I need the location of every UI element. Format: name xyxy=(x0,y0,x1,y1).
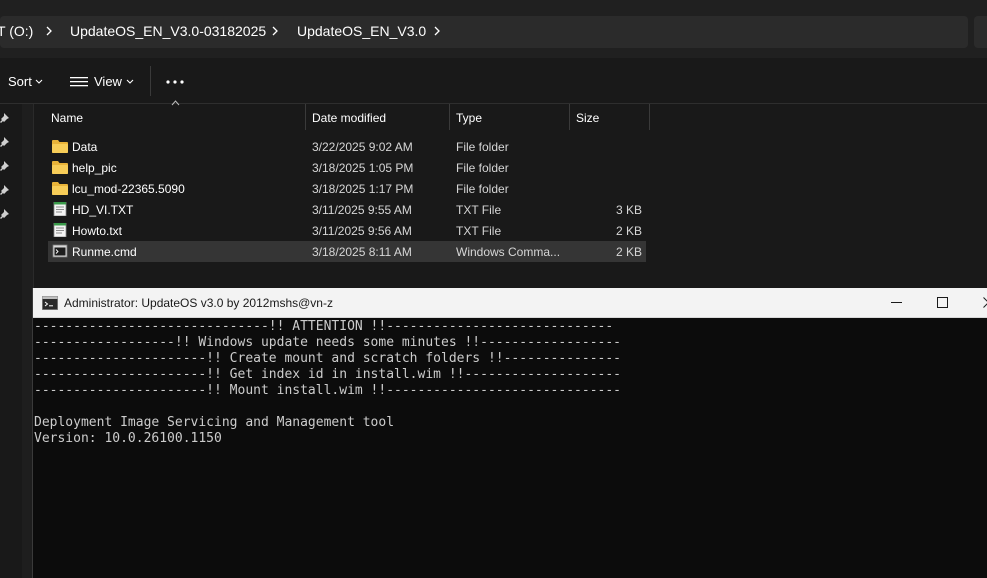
minimize-icon xyxy=(891,302,902,303)
column-header-type[interactable]: Type xyxy=(450,104,569,130)
window-top-strip xyxy=(0,0,987,10)
notepad-file-icon xyxy=(53,223,67,237)
file-row[interactable]: help_pic 3/18/2025 1:05 PM File folder xyxy=(48,157,646,178)
column-header-date-label: Date modified xyxy=(312,111,387,125)
console-line: ----------------------!! Mount install.w… xyxy=(34,383,621,398)
column-header-size[interactable]: Size xyxy=(570,104,649,130)
console-line: ----------------------!! Get index id in… xyxy=(34,367,621,382)
file-type: TXT File xyxy=(456,224,502,238)
file-type: Windows Comma... xyxy=(456,245,561,259)
chevron-right-icon[interactable] xyxy=(430,24,444,38)
file-type: TXT File xyxy=(456,203,502,217)
file-name: Howto.txt xyxy=(72,224,123,238)
file-date: 3/11/2025 9:55 AM xyxy=(312,203,412,217)
close-button[interactable] xyxy=(965,288,987,318)
file-date: 3/18/2025 8:11 AM xyxy=(312,245,412,259)
pin-icon[interactable] xyxy=(0,112,12,124)
file-size: 2 KB xyxy=(615,224,642,238)
view-list-icon[interactable] xyxy=(70,76,88,88)
file-row[interactable]: Howto.txt 3/11/2025 9:56 AM TXT File 2 K… xyxy=(48,220,646,241)
console-line: ----------------------!! Create mount an… xyxy=(34,351,621,366)
breadcrumb-current-folder[interactable]: UpdateOS_EN_V3.0 xyxy=(297,23,426,39)
pin-icon[interactable] xyxy=(0,136,12,148)
cmd-file-icon xyxy=(52,244,68,258)
pin-icon[interactable] xyxy=(0,184,12,196)
file-name: help_pic xyxy=(72,161,117,175)
file-row[interactable]: Data 3/22/2025 9:02 AM File folder xyxy=(48,136,646,157)
console-line: Version: 10.0.26100.1150 xyxy=(34,431,222,446)
file-type: File folder xyxy=(456,140,509,154)
console-line: Deployment Image Servicing and Managemen… xyxy=(34,415,395,430)
breadcrumb-parent-folder[interactable]: UpdateOS_EN_V3.0-03182025 xyxy=(70,23,266,39)
console-line: ------------------------------!! ATTENTI… xyxy=(34,319,614,334)
address-bar: T (O:) UpdateOS_EN_V3.0-03182025 UpdateO… xyxy=(0,10,987,58)
chevron-down-icon[interactable] xyxy=(35,79,43,85)
navigation-pane xyxy=(0,104,22,578)
more-options-icon[interactable] xyxy=(166,80,184,84)
file-size: 3 KB xyxy=(615,203,642,217)
column-header-date[interactable]: Date modified xyxy=(306,104,449,130)
file-row[interactable]: Runme.cmd 3/18/2025 8:11 AM Windows Comm… xyxy=(48,241,646,262)
column-header-name[interactable]: Name xyxy=(45,104,305,130)
close-icon xyxy=(983,297,987,308)
file-date: 3/18/2025 1:05 PM xyxy=(312,161,414,175)
console-window[interactable]: Administrator: UpdateOS v3.0 by 2012mshs… xyxy=(32,288,987,578)
column-divider[interactable] xyxy=(649,104,650,130)
breadcrumb-drive[interactable]: T (O:) xyxy=(0,23,33,39)
search-box[interactable] xyxy=(974,16,987,48)
chevron-right-icon[interactable] xyxy=(42,24,56,38)
file-name: Data xyxy=(72,140,98,154)
minimize-button[interactable] xyxy=(873,288,919,318)
file-type: File folder xyxy=(456,161,509,175)
file-date: 3/18/2025 1:17 PM xyxy=(312,182,414,196)
file-type: File folder xyxy=(456,182,509,196)
command-prompt-icon xyxy=(42,296,58,310)
console-line: ------------------!! Windows update need… xyxy=(34,335,621,350)
folder-icon xyxy=(52,161,68,174)
column-header-type-label: Type xyxy=(456,111,483,125)
view-button[interactable]: View xyxy=(94,74,122,89)
file-row[interactable]: HD_VI.TXT 3/11/2025 9:55 AM TXT File 3 K… xyxy=(48,199,646,220)
chevron-right-icon[interactable] xyxy=(268,24,282,38)
column-header-size-label: Size xyxy=(576,111,600,125)
file-row[interactable]: lcu_mod-22365.5090 3/18/2025 1:17 PM Fil… xyxy=(48,178,646,199)
file-date: 3/22/2025 9:02 AM xyxy=(312,140,413,154)
maximize-icon xyxy=(937,297,948,308)
notepad-file-icon xyxy=(53,202,67,216)
file-name: Runme.cmd xyxy=(72,245,137,259)
folder-icon xyxy=(52,182,68,195)
command-bar: Sort View xyxy=(0,58,987,104)
maximize-button[interactable] xyxy=(919,288,965,318)
console-output[interactable]: ------------------------------!! ATTENTI… xyxy=(34,319,987,578)
pin-icon[interactable] xyxy=(0,160,12,172)
pin-icon[interactable] xyxy=(0,208,12,220)
folder-icon xyxy=(52,140,68,153)
console-title: Administrator: UpdateOS v3.0 by 2012mshs… xyxy=(64,296,333,310)
column-header-name-label: Name xyxy=(51,111,84,125)
file-size: 2 KB xyxy=(615,245,642,259)
console-titlebar[interactable]: Administrator: UpdateOS v3.0 by 2012mshs… xyxy=(33,288,987,318)
file-name: HD_VI.TXT xyxy=(72,203,134,217)
file-date: 3/11/2025 9:56 AM xyxy=(312,224,412,238)
chevron-down-icon[interactable] xyxy=(126,79,134,85)
toolbar-divider xyxy=(150,66,151,96)
sort-button[interactable]: Sort xyxy=(8,74,32,89)
file-name: lcu_mod-22365.5090 xyxy=(72,182,185,196)
